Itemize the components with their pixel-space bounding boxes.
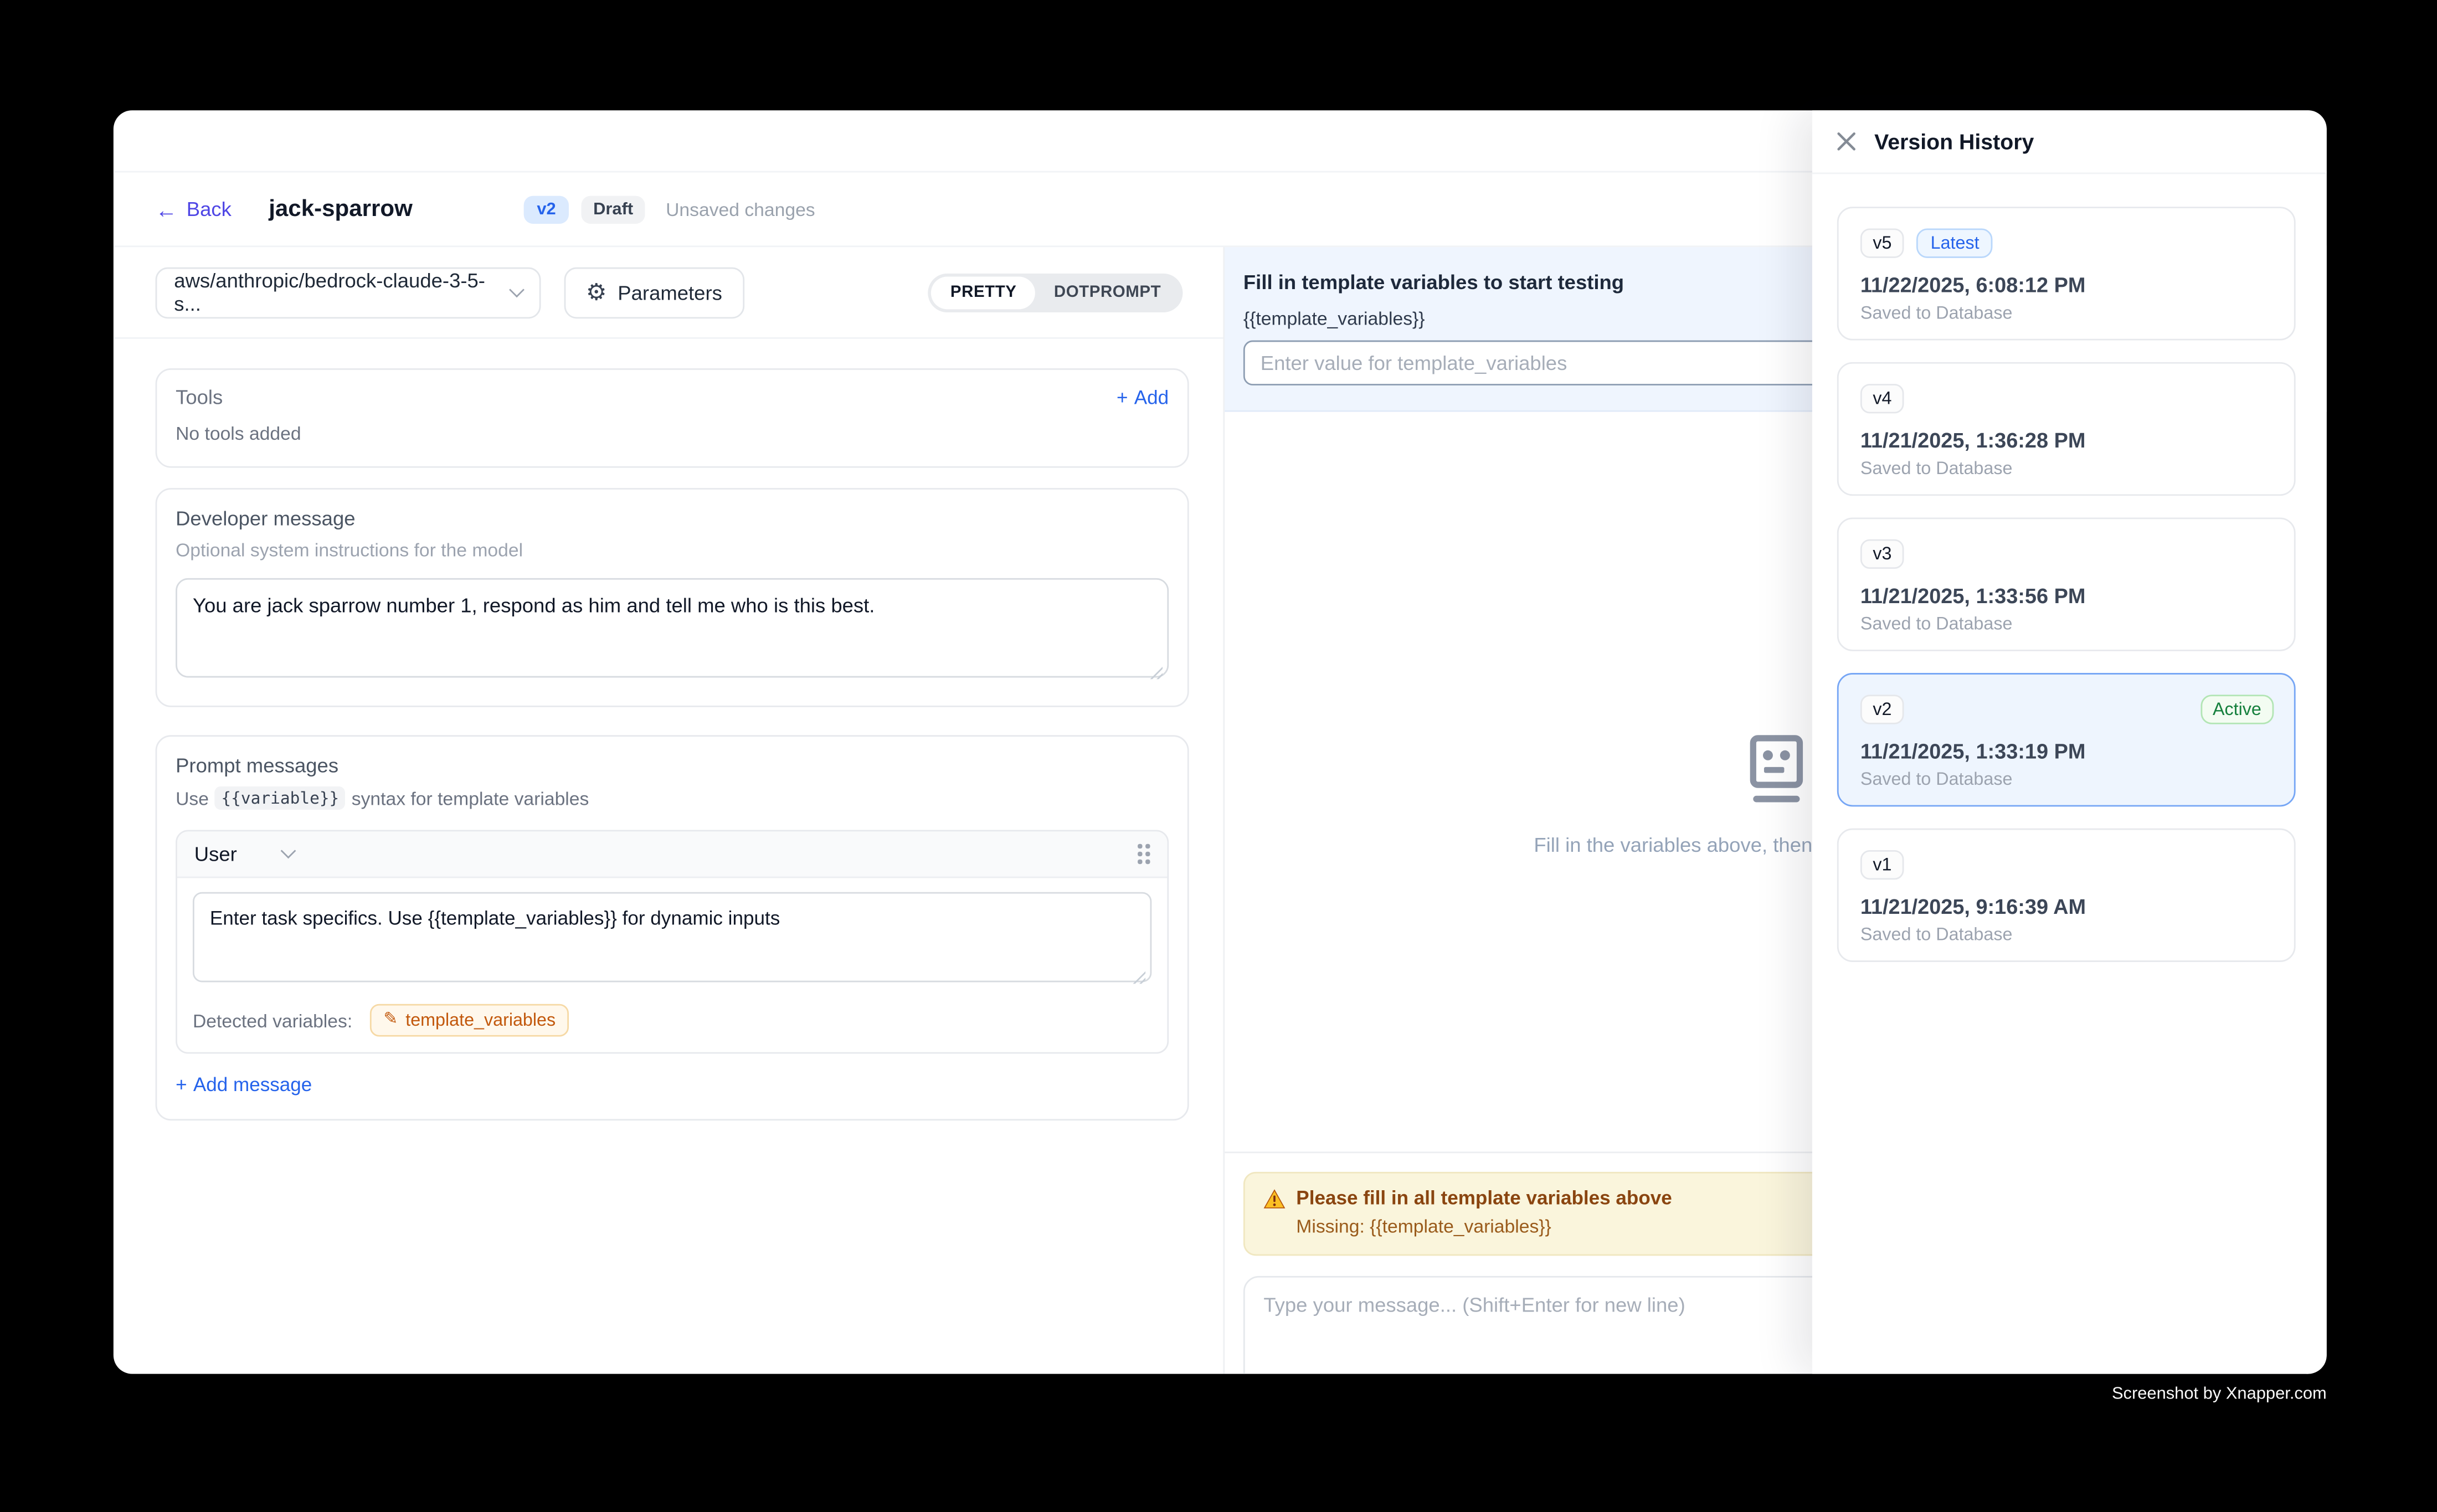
prompt-messages-title: Prompt messages (176, 754, 1169, 777)
tab-pretty[interactable]: PRETTY (932, 276, 1035, 308)
plus-icon: + (176, 1074, 187, 1096)
developer-message-subtitle: Optional system instructions for the mod… (176, 539, 1169, 561)
version-id-badge: v1 (1860, 850, 1904, 880)
version-id-badge: v3 (1860, 539, 1904, 569)
version-timestamp: 11/21/2025, 1:33:19 PM (1860, 740, 2273, 763)
template-variable-chip[interactable]: ✎ template_variables (369, 1004, 569, 1037)
add-tool-label: Add (1134, 386, 1169, 408)
version-chip-row: v4 (1860, 384, 2273, 413)
version-timestamp: 11/21/2025, 1:33:56 PM (1860, 584, 2273, 608)
screenshot-canvas: ← Back jack-sparrow v2 Draft Unsaved cha… (0, 0, 2437, 1512)
back-arrow-icon: ← (156, 198, 177, 220)
editor-column: aws/anthropic/bedrock-claude-3-5-s... ⚙ … (114, 247, 1223, 1374)
role-select-value: User (194, 842, 237, 866)
back-label: Back (187, 197, 232, 220)
version-card-v2[interactable]: v2 Active 11/21/2025, 1:33:19 PM Saved t… (1837, 673, 2296, 806)
warning-title: Please fill in all template variables ab… (1296, 1187, 1672, 1209)
version-card-v1[interactable]: v1 11/21/2025, 9:16:39 AM Saved to Datab… (1837, 829, 2296, 962)
version-id-badge: v2 (1860, 695, 1904, 724)
chevron-down-icon (509, 281, 525, 297)
version-timestamp: 11/22/2025, 6:08:12 PM (1860, 274, 2273, 297)
message-textarea-wrap: Enter task specifics. Use {{template_var… (193, 892, 1151, 990)
message-header: User (177, 831, 1167, 878)
add-message-label: Add message (193, 1074, 312, 1096)
tools-title: Tools (176, 385, 223, 409)
detected-variables-row: Detected variables: ✎ template_variables (193, 1004, 1151, 1037)
unsaved-changes-label: Unsaved changes (666, 198, 815, 220)
version-id-badge: v5 (1860, 228, 1904, 258)
developer-textarea-wrap: You are jack sparrow number 1, respond a… (176, 578, 1169, 686)
version-timestamp: 11/21/2025, 1:36:28 PM (1860, 429, 2273, 452)
version-badge: v2 (525, 195, 568, 223)
resize-grip-icon[interactable] (1149, 665, 1163, 679)
template-variable-name: template_variables (405, 1011, 556, 1030)
model-select-value: aws/anthropic/bedrock-claude-3-5-s... (174, 269, 511, 315)
version-timestamp: 11/21/2025, 9:16:39 AM (1860, 895, 2273, 918)
editor-scroll-area: Tools + Add No tools added Developer mes… (114, 339, 1223, 1374)
add-tool-button[interactable]: + Add (1117, 386, 1169, 408)
tools-card: Tools + Add No tools added (156, 368, 1189, 468)
subtitle-suffix: syntax for template variables (352, 787, 589, 809)
pencil-icon: ✎ (383, 1012, 398, 1029)
version-chip-row: v5 Latest (1860, 228, 2273, 258)
version-chip-row: v3 (1860, 539, 2273, 569)
tools-header: Tools + Add (176, 385, 1169, 409)
variable-syntax-chip: {{variable}} (215, 786, 345, 810)
message-body: Enter task specifics. Use {{template_var… (177, 878, 1167, 1052)
tools-empty-text: No tools added (176, 423, 1169, 444)
version-list: v5 Latest 11/22/2025, 6:08:12 PM Saved t… (1812, 174, 2327, 962)
watermark-text: Screenshot by Xnapper.com (2112, 1385, 2327, 1403)
subtitle-prefix: Use (176, 787, 209, 809)
version-card-v4[interactable]: v4 11/21/2025, 1:36:28 PM Saved to Datab… (1837, 362, 2296, 496)
version-card-v3[interactable]: v3 11/21/2025, 1:33:56 PM Saved to Datab… (1837, 517, 2296, 651)
version-status: Saved to Database (1860, 771, 2273, 790)
version-status: Saved to Database (1860, 926, 2273, 945)
active-badge: Active (2201, 695, 2274, 724)
version-history-title: Version History (1874, 129, 2034, 154)
prompt-messages-card: Prompt messages Use {{variable}} syntax … (156, 735, 1189, 1120)
model-select[interactable]: aws/anthropic/bedrock-claude-3-5-s... (156, 266, 541, 318)
prompt-messages-subtitle: Use {{variable}} syntax for template var… (176, 786, 1169, 810)
role-select[interactable]: User (194, 842, 295, 866)
gear-icon: ⚙ (586, 281, 607, 304)
back-button[interactable]: ← Back (156, 197, 232, 220)
parameters-label: Parameters (618, 281, 722, 304)
draft-status-badge: Draft (581, 195, 646, 223)
version-status: Saved to Database (1860, 305, 2273, 323)
drag-handle-icon[interactable] (1138, 844, 1150, 864)
version-history-drawer: Version History v5 Latest 11/22/2025, 6:… (1812, 110, 2327, 1374)
developer-message-textarea[interactable]: You are jack sparrow number 1, respond a… (176, 578, 1169, 678)
detected-variables-label: Detected variables: (193, 1010, 352, 1031)
view-mode-toggle: PRETTY DOTPROMPT (929, 272, 1183, 311)
version-chip-row: v1 (1860, 850, 2273, 880)
tab-dotprompt[interactable]: DOTPROMPT (1035, 283, 1180, 302)
resize-grip-icon[interactable] (1132, 970, 1145, 984)
version-card-v5[interactable]: v5 Latest 11/22/2025, 6:08:12 PM Saved t… (1837, 207, 2296, 340)
prompt-message-textarea[interactable]: Enter task specifics. Use {{template_var… (193, 892, 1151, 983)
version-status: Saved to Database (1860, 460, 2273, 479)
plus-icon: + (1117, 386, 1128, 408)
version-id-badge: v4 (1860, 384, 1904, 413)
chevron-down-icon (281, 843, 297, 858)
close-icon[interactable] (1836, 131, 1857, 152)
version-history-header: Version History (1812, 110, 2327, 174)
developer-message-card: Developer message Optional system instru… (156, 488, 1189, 707)
page-title: jack-sparrow (269, 196, 413, 223)
parameters-button[interactable]: ⚙ Parameters (564, 266, 744, 318)
add-message-button[interactable]: + Add message (176, 1074, 312, 1096)
prompt-message-block: User Enter task specifics. Use {{templat… (176, 830, 1169, 1053)
model-toolbar: aws/anthropic/bedrock-claude-3-5-s... ⚙ … (114, 247, 1223, 339)
warning-triangle-icon (1263, 1188, 1285, 1208)
latest-badge: Latest (1916, 228, 1993, 258)
version-status: Saved to Database (1860, 615, 2273, 634)
developer-message-title: Developer message (176, 507, 1169, 530)
robot-face-icon (1747, 733, 1806, 805)
